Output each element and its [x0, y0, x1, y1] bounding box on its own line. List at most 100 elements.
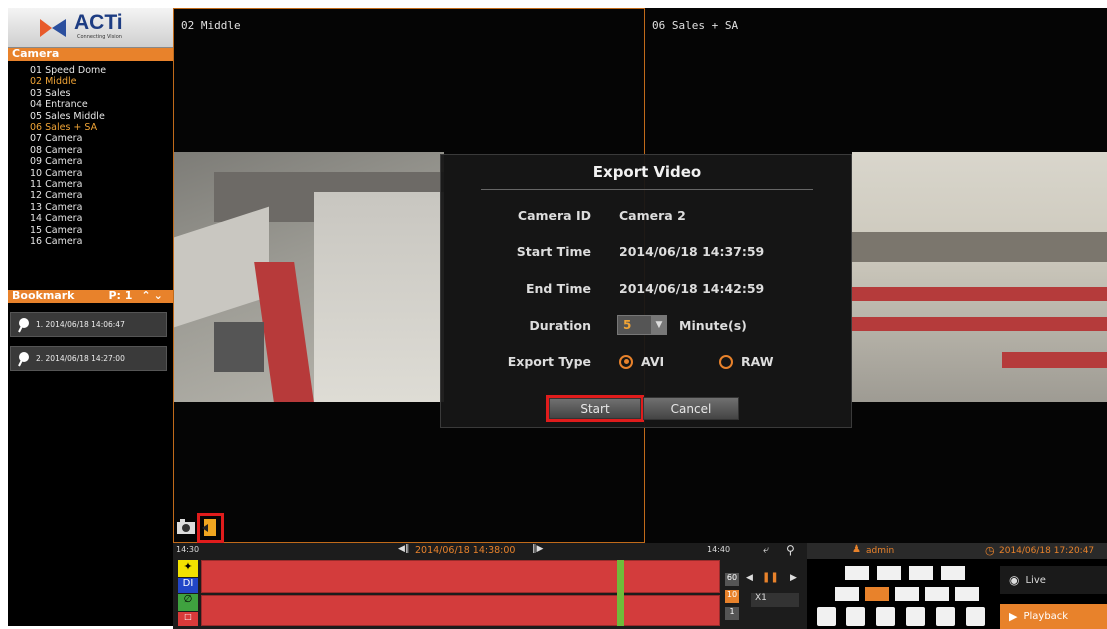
logo-mark-icon	[40, 19, 66, 37]
dialog-title: Export Video	[592, 163, 702, 181]
timeline-right-time: 14:40	[707, 545, 731, 554]
pane-right-title: 06 Sales + SA	[652, 19, 739, 32]
export-video-dialog: Export Video Camera ID Camera 2 Start Ti…	[440, 154, 852, 428]
bookmark-page: P: 1	[108, 289, 133, 302]
camera-item[interactable]: 06 Sales + SA	[8, 122, 173, 133]
do-track-icon[interactable]: □	[178, 612, 198, 626]
layout-2-icon[interactable]	[877, 566, 901, 580]
camera-id-label: Camera ID	[517, 208, 591, 223]
zoom-arrow-icon[interactable]: ⤶	[763, 543, 769, 557]
bookmark-item[interactable]: 2. 2014/06/18 14:27:00	[10, 346, 167, 371]
monitor-icon[interactable]	[936, 607, 955, 626]
live-label: Live	[1025, 574, 1046, 586]
camera-item[interactable]: 08 Camera	[8, 145, 173, 156]
option-raw[interactable]: RAW	[719, 354, 774, 369]
logo-brand: ACTi	[74, 11, 123, 34]
chevron-up-icon[interactable]: ⌃	[141, 290, 150, 303]
record-track[interactable]	[201, 560, 720, 593]
duration-select[interactable]: 5 ▼	[617, 315, 667, 335]
bookmark-label: 1. 2014/06/18 14:06:47	[36, 320, 125, 329]
camera-item[interactable]: 15 Camera	[8, 225, 173, 236]
camera-item[interactable]: 04 Entrance	[8, 99, 173, 110]
snapshot-icon[interactable]	[176, 518, 196, 536]
layout-1-icon[interactable]	[845, 566, 869, 580]
username: admin	[866, 546, 895, 556]
motion-track-icon[interactable]: ✦	[178, 560, 198, 577]
cancel-button[interactable]: Cancel	[643, 397, 739, 420]
camera-item[interactable]: 12 Camera	[8, 190, 173, 201]
bookmark-item[interactable]: 1. 2014/06/18 14:06:47	[10, 312, 167, 337]
camera-item[interactable]: 09 Camera	[8, 156, 173, 167]
playback-button[interactable]: ▶ Playback	[1000, 604, 1107, 629]
clock-icon: ◷	[985, 544, 995, 557]
document-icon[interactable]	[846, 607, 865, 626]
radio-unselected-icon[interactable]	[719, 354, 733, 369]
current-datetime: 2014/06/18 17:20:47	[999, 546, 1095, 556]
layout-8-icon[interactable]	[925, 587, 949, 601]
scale-10[interactable]: 10	[725, 590, 739, 603]
camera-item[interactable]: 11 Camera	[8, 179, 173, 190]
logo-tagline: Connecting Vision	[77, 34, 122, 40]
camera-item[interactable]: 16 Camera	[8, 236, 173, 247]
camera-item[interactable]: 03 Sales	[8, 88, 173, 99]
camera-header: Camera	[8, 48, 173, 61]
end-time-value: 2014/06/18 14:42:59	[619, 281, 765, 296]
pause-icon[interactable]: ❚❚	[762, 572, 779, 583]
video-feed-left[interactable]	[174, 152, 444, 402]
layout-4-icon[interactable]	[941, 566, 965, 580]
duration-label: Duration	[529, 318, 591, 333]
export-video-button[interactable]	[197, 513, 224, 543]
option-avi[interactable]: AVI	[619, 354, 664, 369]
title-divider	[481, 189, 813, 190]
di-track-icon[interactable]: DI	[178, 578, 198, 593]
layout-6-icon[interactable]	[865, 587, 889, 601]
camera-item[interactable]: 14 Camera	[8, 213, 173, 224]
acti-logo: ACTi Connecting Vision	[8, 8, 173, 48]
camera-item[interactable]: 07 Camera	[8, 133, 173, 144]
rewind-icon[interactable]: ◀	[746, 573, 753, 583]
search-icon[interactable]	[817, 607, 836, 626]
start-time-label: Start Time	[516, 244, 591, 259]
scale-1[interactable]: 1	[725, 607, 739, 620]
export-type-label: Export Type	[507, 354, 591, 369]
live-button[interactable]: ◉ Live	[1000, 566, 1107, 594]
layout-5-icon[interactable]	[835, 587, 859, 601]
radio-selected-icon[interactable]	[619, 354, 633, 369]
fullscreen-icon[interactable]	[876, 607, 895, 626]
step-back-icon[interactable]: ◀‖	[398, 544, 409, 554]
camera-item[interactable]: 05 Sales Middle	[8, 111, 173, 122]
play-icon: ▶	[1009, 610, 1018, 623]
refresh-icon[interactable]	[966, 607, 985, 626]
record-track[interactable]	[201, 595, 720, 626]
camera-item[interactable]: 10 Camera	[8, 168, 173, 179]
bookmark-header: Bookmark P: 1 ⌃ ⌄	[8, 290, 173, 303]
layout-7-icon[interactable]	[895, 587, 919, 601]
layout-9-icon[interactable]	[955, 587, 979, 601]
timeline-left-time: 14:30	[176, 545, 200, 554]
playhead[interactable]	[617, 560, 624, 626]
chevron-down-icon[interactable]: ⌄	[154, 290, 163, 303]
event-track-icon[interactable]: ∅	[178, 594, 198, 611]
timeline-center-time: 2014/06/18 14:38:00	[415, 545, 516, 556]
camera-icon[interactable]	[906, 607, 925, 626]
start-button[interactable]: Start	[549, 398, 641, 419]
camera-item[interactable]: 01 Speed Dome	[8, 65, 173, 76]
user-icon: ♟	[852, 544, 861, 555]
bookmark-add-icon[interactable]: ⚲	[786, 543, 795, 557]
duration-value: 5	[623, 318, 632, 332]
export-icon	[202, 519, 216, 536]
step-forward-icon[interactable]: ‖▶	[532, 544, 543, 554]
play-forward-icon[interactable]: ▶	[790, 573, 797, 583]
option-raw-label: RAW	[741, 354, 774, 369]
camera-item[interactable]: 02 Middle	[8, 76, 173, 87]
dropdown-arrow-icon[interactable]: ▼	[651, 316, 667, 334]
end-time-label: End Time	[525, 281, 591, 296]
speed-indicator[interactable]: X1	[751, 593, 799, 607]
layout-3-icon[interactable]	[909, 566, 933, 580]
video-feed-right[interactable]	[852, 152, 1107, 402]
camera-id-value: Camera 2	[619, 208, 686, 223]
camera-item[interactable]: 13 Camera	[8, 202, 173, 213]
scale-60[interactable]: 60	[725, 573, 739, 586]
bookmark-pin-icon	[18, 351, 29, 366]
bookmark-pin-icon	[18, 317, 29, 332]
